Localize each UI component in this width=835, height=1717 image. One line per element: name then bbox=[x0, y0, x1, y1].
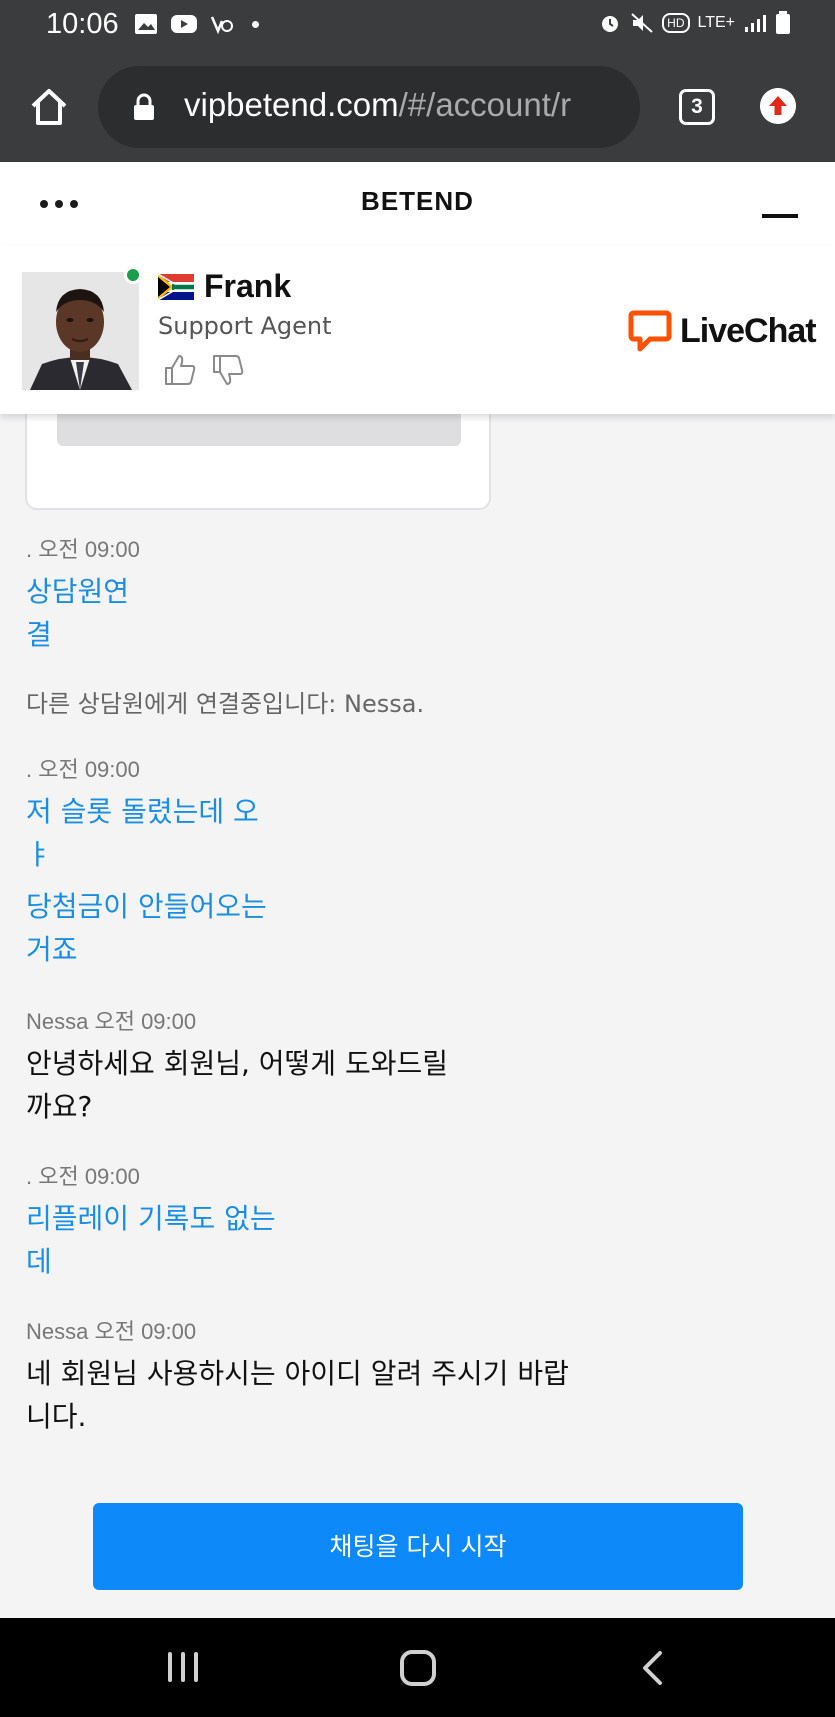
system-message: 다른 상담원에게 연결중입니다: Nessa. bbox=[26, 690, 425, 718]
thumbs-down-icon[interactable] bbox=[210, 352, 246, 388]
previous-message-card bbox=[25, 414, 491, 510]
message-line: 안녕하세요 회원님, 어떻게 도와드릴 bbox=[26, 1047, 449, 1080]
url-host: vipbetend.com bbox=[184, 86, 399, 123]
online-status-dot bbox=[124, 266, 142, 284]
status-time: 10:06 bbox=[46, 8, 119, 40]
message-line: 까요? bbox=[26, 1090, 93, 1123]
mute-icon bbox=[631, 13, 653, 33]
rating-controls bbox=[162, 352, 246, 388]
livechat-logo: LiveChat bbox=[628, 310, 817, 352]
restart-chat-button[interactable]: 채팅을 다시 시작 bbox=[93, 1503, 743, 1590]
message-line: 저 슬롯 돌렸는데 오 bbox=[26, 795, 259, 828]
android-nav-bar bbox=[0, 1618, 835, 1717]
message-line: 상담원연 bbox=[26, 575, 130, 608]
message-agent: Nessa 오전 09:00 네 회원님 사용하시는 아이디 알려 주시기 바랍… bbox=[26, 1314, 569, 1438]
message-meta: . 오전 09:00 bbox=[26, 1164, 140, 1189]
agent-role: Support Agent bbox=[158, 312, 332, 340]
message-line: ㅑ bbox=[26, 838, 52, 871]
battery-icon bbox=[776, 11, 790, 34]
message-text: 안녕하세요 회원님, 어떻게 도와드릴 까요? bbox=[26, 1042, 448, 1128]
message-line: 거죠 bbox=[26, 933, 78, 966]
hd-badge: HD bbox=[662, 13, 690, 33]
url-path: /#/account/r bbox=[398, 86, 572, 123]
system-icons: HD LTE+ bbox=[598, 11, 791, 35]
chat-title: BETEND bbox=[361, 186, 474, 216]
url-text: vipbetend.com/#/account/r bbox=[184, 86, 571, 124]
tab-switcher-button[interactable]: 3 bbox=[679, 89, 715, 125]
message-text: 리플레이 기록도 없는 데 bbox=[26, 1197, 276, 1283]
minimize-button[interactable] bbox=[762, 214, 798, 218]
message-user: . 오전 09:00 상담원연 결 bbox=[26, 532, 140, 656]
message-line: 데 bbox=[26, 1245, 52, 1278]
livechat-wordmark: LiveChat bbox=[680, 311, 817, 350]
back-icon[interactable] bbox=[640, 1650, 664, 1686]
notification-icons bbox=[134, 13, 259, 35]
vpn-key-icon bbox=[210, 16, 233, 35]
browser-toolbar: vipbetend.com/#/account/r 3 bbox=[0, 52, 835, 162]
message-text: 네 회원님 사용하시는 아이디 알려 주시기 바랍 니다. bbox=[26, 1352, 569, 1438]
message-text: 저 슬롯 돌렸는데 오 ㅑ 당첨금이 안들어오는 거죠 bbox=[26, 790, 267, 971]
agent-name-row: Frank bbox=[158, 268, 291, 305]
message-line: 결 bbox=[26, 618, 52, 651]
home-button-icon[interactable] bbox=[400, 1650, 436, 1686]
thumbs-up-icon[interactable] bbox=[162, 352, 198, 388]
message-meta: Nessa 오전 09:00 bbox=[26, 1319, 197, 1344]
recent-apps-icon[interactable] bbox=[168, 1652, 198, 1682]
message-meta: . 오전 09:00 bbox=[26, 537, 140, 562]
status-bar: 10:06 HD LTE+ bbox=[0, 0, 835, 52]
home-icon[interactable] bbox=[28, 86, 70, 128]
message-line: 니다. bbox=[26, 1400, 87, 1433]
message-text: 상담원연 결 bbox=[26, 570, 140, 656]
agent-avatar bbox=[22, 272, 139, 390]
lock-icon bbox=[134, 93, 154, 120]
message-meta: . 오전 09:00 bbox=[26, 757, 140, 782]
agent-name: Frank bbox=[204, 268, 292, 304]
message-meta: Nessa 오전 09:00 bbox=[26, 1009, 197, 1034]
message-line: 리플레이 기록도 없는 bbox=[26, 1202, 276, 1235]
signal-icon bbox=[745, 15, 766, 32]
message-line: 네 회원님 사용하시는 아이디 알려 주시기 바랍 bbox=[26, 1357, 569, 1390]
more-notifications-dot bbox=[252, 20, 259, 28]
livechat-logo-icon bbox=[628, 310, 672, 352]
message-user: . 오전 09:00 저 슬롯 돌렸는데 오 ㅑ 당첨금이 안들어오는 거죠 bbox=[26, 752, 267, 971]
youtube-icon bbox=[171, 15, 197, 33]
message-line: 당첨금이 안들어오는 bbox=[26, 890, 267, 923]
gallery-icon bbox=[135, 14, 157, 34]
browser-update-icon[interactable] bbox=[760, 88, 796, 124]
network-type: LTE+ bbox=[697, 14, 736, 31]
chat-header: BETEND bbox=[0, 162, 835, 246]
message-list[interactable]: . 오전 09:00 상담원연 결 다른 상담원에게 연결중입니다: Nessa… bbox=[0, 414, 835, 1618]
message-agent: Nessa 오전 09:00 안녕하세요 회원님, 어떻게 도와드릴 까요? bbox=[26, 1004, 448, 1128]
alarm-icon bbox=[602, 16, 619, 32]
south-africa-flag-icon bbox=[158, 273, 194, 300]
agent-card: Frank Support Agent LiveChat bbox=[0, 246, 835, 414]
message-user: . 오전 09:00 리플레이 기록도 없는 데 bbox=[26, 1159, 276, 1283]
address-bar[interactable]: vipbetend.com/#/account/r bbox=[98, 66, 640, 148]
previous-quick-reply[interactable] bbox=[57, 414, 461, 446]
